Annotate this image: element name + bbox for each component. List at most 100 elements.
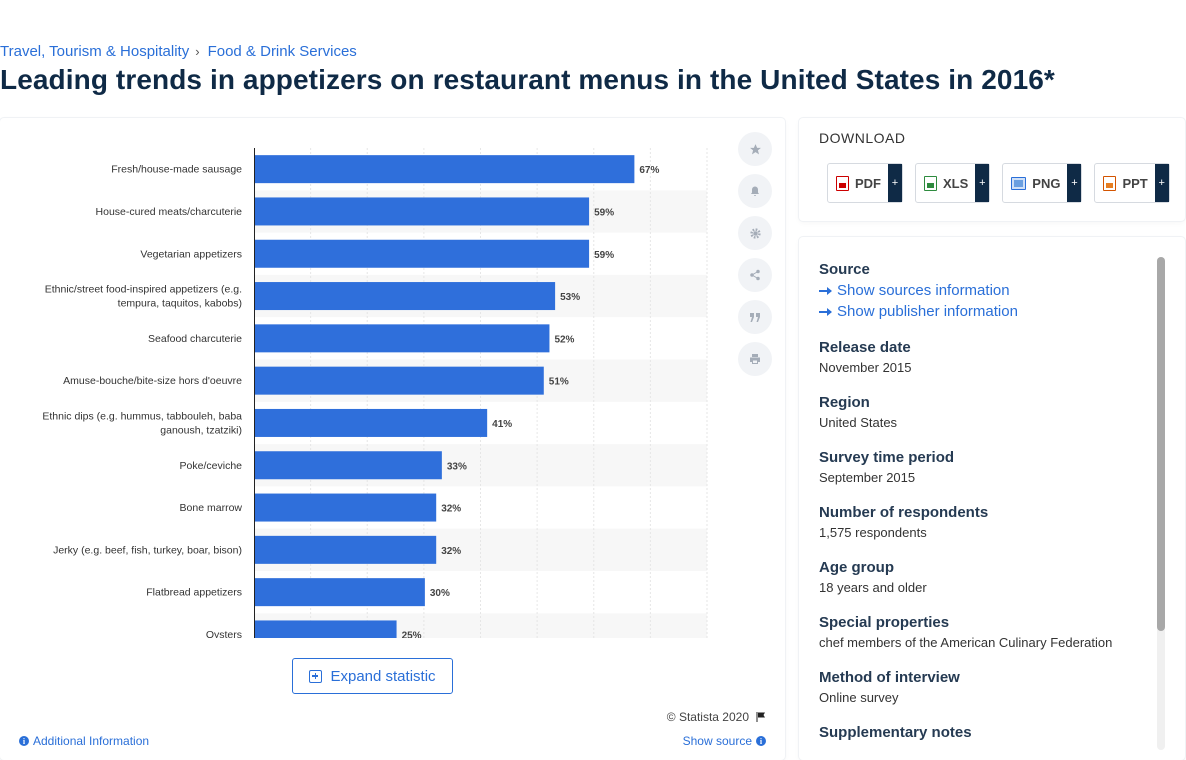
share-icon[interactable] [738, 258, 772, 292]
detail-method: Method of interview Online survey [819, 669, 1149, 705]
details-list: Source Show sources information Show pub… [819, 261, 1149, 760]
show-sources-link[interactable]: Show sources information [819, 282, 1149, 299]
page-title: Leading trends in appetizers on restaura… [0, 64, 1055, 95]
ppt-file-icon [1103, 175, 1117, 191]
star-icon[interactable] [738, 132, 772, 166]
breadcrumb-item-travel[interactable]: Travel, Tourism & Hospitality [0, 43, 189, 60]
category-label: Amuse-bouche/bite-size hors d'oeuvre [63, 375, 242, 387]
download-ppt-button[interactable]: PPT + [1094, 163, 1170, 203]
source-block: Source Show sources information Show pub… [819, 261, 1149, 320]
expand-statistic-button[interactable]: Expand statistic [292, 658, 453, 694]
detail-label: Region [819, 394, 870, 411]
bar [255, 324, 550, 353]
category-label: Bone marrow [180, 502, 243, 514]
category-label: Ethnic/street food-inspired appetizers (… [45, 284, 242, 296]
quote-icon[interactable] [738, 300, 772, 334]
data-label: 33% [447, 461, 467, 472]
bar [255, 239, 590, 268]
download-png-label: PNG [1032, 175, 1061, 191]
detail-value: September 2015 [819, 470, 916, 485]
png-file-icon [1011, 176, 1027, 190]
show-sources-label: Show sources information [837, 282, 1010, 299]
category-label: ganoush, tzatziki) [160, 424, 242, 436]
bar [255, 155, 635, 184]
detail-release-date: Release date November 2015 [819, 339, 1149, 375]
bar [255, 408, 488, 437]
category-label: Jerky (e.g. beef, fish, turkey, boar, bi… [53, 544, 242, 556]
bell-icon[interactable] [738, 174, 772, 208]
detail-label: Release date [819, 339, 911, 356]
info-icon: i [19, 736, 29, 746]
category-label: Fresh/house-made sausage [111, 164, 242, 176]
gear-icon[interactable] [738, 216, 772, 250]
detail-value: Online survey [819, 690, 899, 705]
plus-icon: + [888, 164, 902, 202]
chart-toolbar [738, 132, 772, 384]
detail-label: Special properties [819, 614, 950, 631]
download-buttons: PDF + XLS + PNG + PPT + [827, 163, 1170, 203]
show-source-link[interactable]: Show source i [683, 734, 766, 748]
bar [255, 578, 425, 607]
download-xls-label: XLS [943, 175, 969, 191]
category-label: Poke/ceviche [180, 460, 243, 472]
plus-square-icon [309, 669, 323, 683]
breadcrumb-separator: › [195, 44, 200, 59]
detail-label: Age group [819, 559, 894, 576]
info-icon: i [756, 736, 766, 746]
detail-region: Region United States [819, 394, 1149, 430]
arrow-right-icon [819, 286, 832, 295]
category-label: Oysters [206, 629, 242, 638]
additional-information-label: Additional Information [33, 734, 150, 748]
data-label: 30% [430, 588, 450, 599]
detail-supplementary-notes: Supplementary notes [819, 724, 1149, 741]
scrollbar-thumb[interactable] [1157, 257, 1165, 631]
detail-value: 1,575 respondents [819, 525, 927, 540]
additional-information-link[interactable]: i Additional Information [19, 734, 149, 748]
print-icon[interactable] [738, 342, 772, 376]
plus-icon: + [975, 164, 990, 202]
bar [255, 493, 437, 522]
copyright: © Statista 2020 [667, 710, 767, 724]
show-publisher-link[interactable]: Show publisher information [819, 303, 1149, 320]
detail-respondents: Number of respondents 1,575 respondents [819, 504, 1149, 540]
category-label: Flatbread appetizers [146, 587, 242, 599]
source-label: Source [819, 261, 870, 278]
detail-label: Number of respondents [819, 504, 989, 521]
breadcrumb-item-food-drink[interactable]: Food & Drink Services [208, 43, 357, 60]
bar-chart: 67% Fresh/house-made sausage 59% House-cure… [42, 148, 708, 638]
bar [255, 451, 442, 480]
plus-icon: + [1154, 164, 1169, 202]
detail-survey-period: Survey time period September 2015 [819, 449, 1149, 485]
detail-value: 18 years and older [819, 580, 927, 595]
data-label: 52% [554, 334, 574, 345]
arrow-right-icon [819, 307, 832, 316]
bar [255, 535, 437, 564]
download-title: DOWNLOAD [819, 130, 906, 146]
data-label: 41% [492, 419, 512, 430]
xls-file-icon [924, 175, 937, 191]
download-pdf-button[interactable]: PDF + [827, 163, 903, 203]
detail-age-group: Age group 18 years and older [819, 559, 1149, 595]
category-label: Ethnic dips (e.g. hummus, tabbouleh, bab… [42, 410, 242, 422]
detail-label: Method of interview [819, 669, 960, 686]
show-source-label: Show source [682, 734, 752, 748]
breadcrumb: Travel, Tourism & Hospitality › Food & D… [0, 43, 357, 60]
bar [255, 620, 397, 638]
download-png-button[interactable]: PNG + [1002, 163, 1083, 203]
bar [255, 282, 556, 311]
plus-icon: + [1067, 164, 1082, 202]
data-label: 53% [560, 292, 580, 303]
details-scrollbar[interactable] [1157, 257, 1165, 750]
data-label: 59% [594, 250, 614, 261]
category-label: House-cured meats/charcuterie [96, 206, 243, 218]
flag-icon[interactable] [755, 711, 767, 723]
download-xls-button[interactable]: XLS + [915, 163, 991, 203]
detail-value: United States [819, 415, 898, 430]
data-label: 25% [402, 630, 422, 638]
category-label: Seafood charcuterie [148, 333, 242, 345]
data-label: 59% [594, 207, 614, 218]
detail-value: chef members of the American Culinary Fe… [819, 635, 1113, 650]
download-ppt-label: PPT [1122, 175, 1148, 191]
data-label: 32% [441, 504, 461, 515]
detail-value: November 2015 [819, 360, 912, 375]
